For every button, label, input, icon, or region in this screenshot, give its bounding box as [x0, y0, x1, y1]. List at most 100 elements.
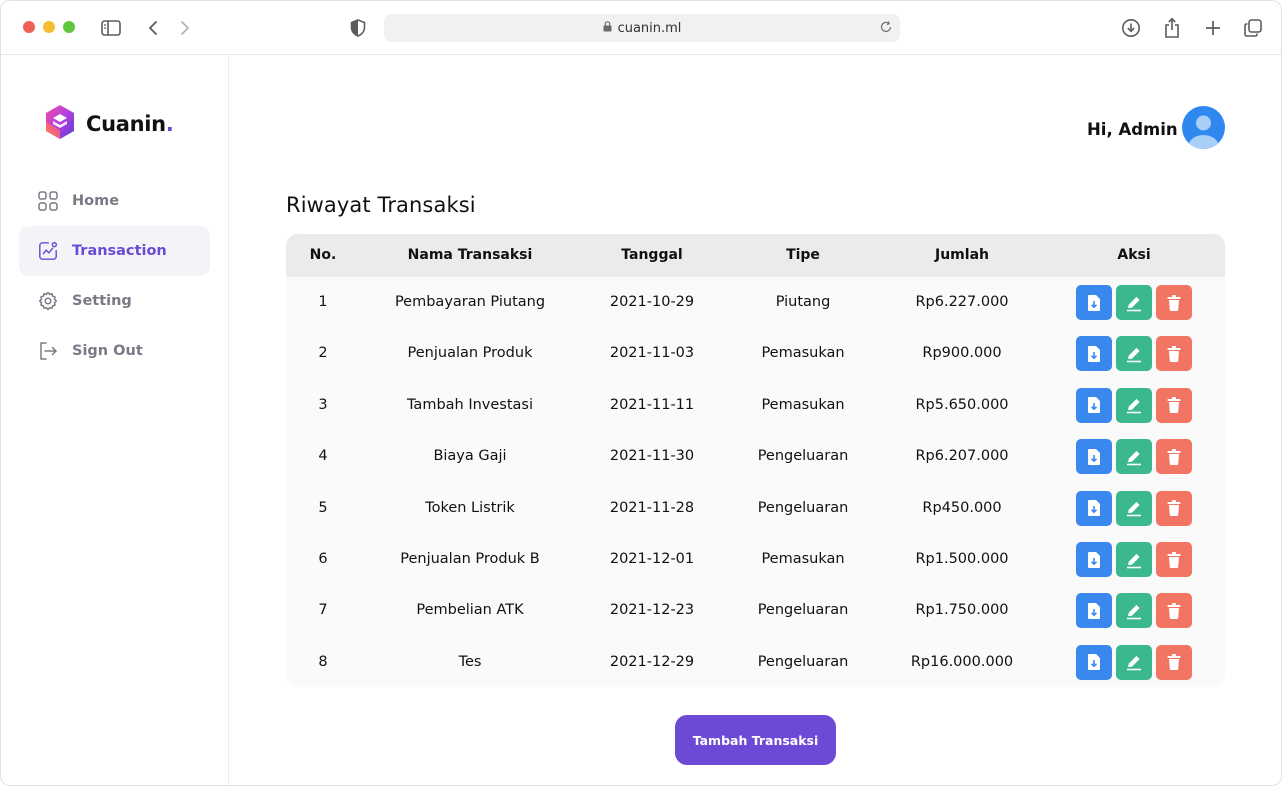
sidebar-item-setting[interactable]: Setting [19, 276, 210, 326]
cell-no: 8 [318, 653, 328, 670]
download-button[interactable] [1076, 490, 1112, 526]
sidebar-item-home[interactable]: Home [19, 176, 210, 226]
brand-logo[interactable]: Cuanin. [43, 104, 174, 144]
cell-tipe: Pengeluaran [757, 448, 849, 465]
cell-jumlah: Rp1.500.000 [915, 551, 1009, 567]
edit-button[interactable] [1116, 439, 1152, 475]
tab-overview-icon[interactable] [1242, 17, 1264, 39]
delete-button[interactable] [1156, 542, 1192, 577]
back-icon[interactable] [145, 18, 161, 38]
shield-icon[interactable] [349, 18, 367, 38]
delete-button[interactable] [1156, 285, 1192, 320]
cell-tipe: Pengeluaran [757, 602, 849, 619]
download-button[interactable] [1076, 644, 1112, 680]
cell-nama: Penjualan Produk [407, 345, 533, 362]
page-title: Riwayat Transaksi [286, 193, 476, 217]
cell-nama: Tes [458, 653, 482, 670]
delete-button[interactable] [1156, 336, 1192, 372]
download-button[interactable] [1076, 593, 1112, 629]
edit-button[interactable] [1116, 387, 1152, 423]
column-header-no: No. [309, 247, 337, 263]
add-transaction-button[interactable]: Tambah Transaksi [675, 715, 836, 765]
cell-no: 4 [318, 448, 328, 465]
sidebar-item-sign-out[interactable]: Sign Out [19, 326, 210, 376]
edit-button[interactable] [1116, 285, 1152, 320]
minimize-window-button[interactable] [43, 21, 55, 33]
pencil-icon [1125, 345, 1143, 363]
cell-tanggal: 2021-12-23 [609, 602, 695, 619]
sidebar-item-transaction[interactable]: Transaction [19, 226, 210, 276]
brand-name: Cuanin. [86, 112, 174, 136]
pencil-icon [1125, 396, 1143, 414]
cell-tipe: Piutang [775, 294, 831, 310]
cell-tipe: Pemasukan [761, 396, 845, 413]
table-row: 7 Pembelian ATK 2021-12-23 Pengeluaran Rp1.7… [286, 585, 1225, 636]
download-button[interactable] [1076, 285, 1112, 320]
file-download-icon [1086, 396, 1102, 414]
delete-button[interactable] [1156, 593, 1192, 629]
lock-icon [603, 20, 612, 36]
download-button[interactable] [1076, 336, 1112, 372]
user-avatar-icon [1188, 115, 1219, 149]
share-icon[interactable] [1161, 16, 1183, 40]
new-tab-icon[interactable] [1202, 17, 1224, 39]
close-window-button[interactable] [23, 21, 35, 33]
sidebar-item-label: Home [72, 193, 120, 209]
reload-icon[interactable] [879, 20, 893, 38]
url-text: cuanin.ml [617, 20, 682, 36]
file-download-icon [1086, 551, 1102, 569]
cell-tanggal: 2021-11-30 [609, 448, 695, 465]
address-bar[interactable]: cuanin.ml [384, 14, 900, 42]
delete-button[interactable] [1156, 439, 1192, 475]
cell-no: 7 [318, 602, 328, 619]
cell-no: 6 [318, 551, 328, 567]
download-icon[interactable] [1120, 17, 1142, 39]
row-actions [1076, 490, 1192, 526]
sidebar-item-label: Transaction [72, 243, 167, 259]
edit-button[interactable] [1116, 644, 1152, 680]
grid-icon [38, 191, 58, 211]
download-button[interactable] [1076, 439, 1112, 475]
table-row: 2 Penjualan Produk 2021-11-03 Pemasukan Rp90… [286, 328, 1225, 379]
download-button[interactable] [1076, 542, 1112, 577]
row-actions [1076, 593, 1192, 629]
pencil-icon [1125, 653, 1143, 671]
cell-jumlah: Rp16.000.000 [910, 653, 1014, 670]
edit-button[interactable] [1116, 336, 1152, 372]
delete-button[interactable] [1156, 387, 1192, 423]
download-button[interactable] [1076, 387, 1112, 423]
delete-button[interactable] [1156, 490, 1192, 526]
cell-nama: Penjualan Produk B [400, 551, 540, 567]
forward-icon[interactable] [177, 18, 193, 38]
row-actions [1076, 387, 1192, 423]
trash-icon [1166, 602, 1182, 620]
row-actions [1076, 439, 1192, 475]
trash-icon [1166, 345, 1182, 363]
table-row: 8 Tes 2021-12-29 Pengeluaran Rp16.000.000 [286, 637, 1225, 687]
cell-nama: Pembayaran Piutang [394, 294, 546, 310]
gear-icon [38, 291, 58, 311]
sidebar-toggle-icon[interactable] [100, 18, 122, 38]
trash-icon [1166, 294, 1182, 312]
file-download-icon [1086, 602, 1102, 620]
cell-no: 1 [318, 294, 328, 310]
sign-out-icon [38, 341, 58, 361]
chart-icon [38, 241, 58, 261]
trash-icon [1166, 448, 1182, 466]
edit-button[interactable] [1116, 593, 1152, 629]
sidebar-item-label: Sign Out [72, 343, 143, 359]
maximize-window-button[interactable] [63, 21, 75, 33]
pencil-icon [1125, 602, 1143, 620]
table-row: 1 Pembayaran Piutang 2021-10-29 Piutang Rp6.… [286, 277, 1225, 328]
avatar[interactable] [1182, 106, 1225, 149]
table-row: 3 Tambah Investasi 2021-11-11 Pemasukan Rp5.… [286, 380, 1225, 431]
pencil-icon [1125, 499, 1143, 517]
cell-tanggal: 2021-11-11 [609, 396, 695, 413]
file-download-icon [1086, 448, 1102, 466]
delete-button[interactable] [1156, 644, 1192, 680]
cell-jumlah: Rp5.650.000 [915, 396, 1009, 413]
browser-window: cuanin.ml Cuanin. Home Transaction Setti… [0, 0, 1282, 786]
cell-nama: Pembelian ATK [416, 602, 524, 619]
edit-button[interactable] [1116, 542, 1152, 577]
edit-button[interactable] [1116, 490, 1152, 526]
